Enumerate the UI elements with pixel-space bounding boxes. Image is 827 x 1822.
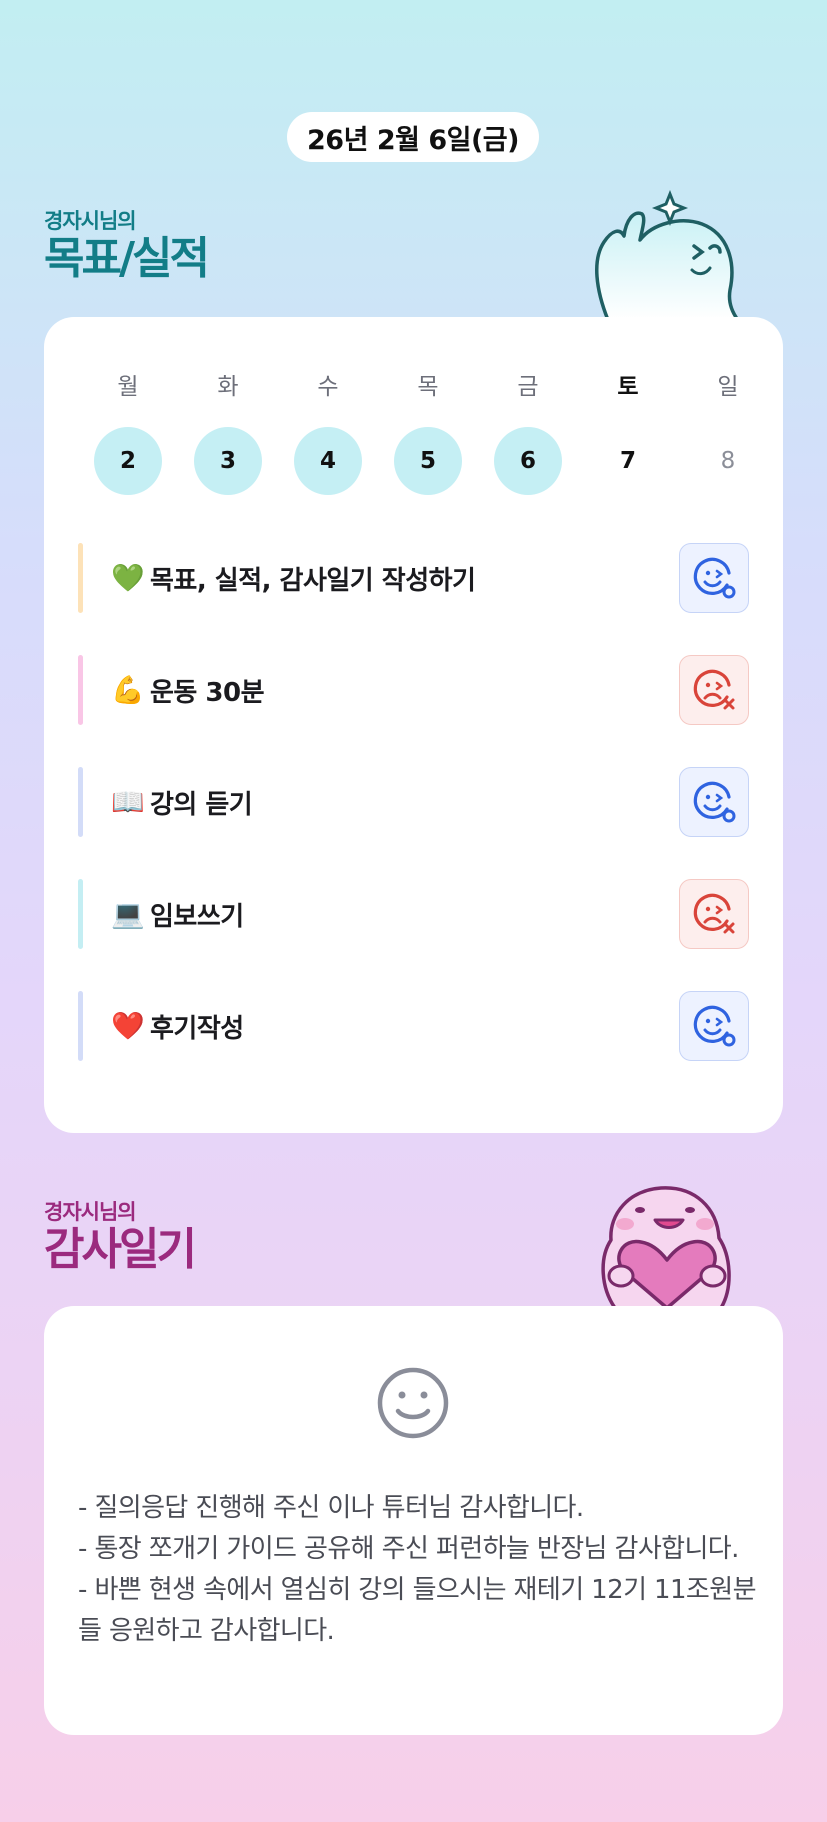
day-column-thu[interactable]: 목 5 (378, 367, 478, 495)
goal-color-bar (78, 543, 83, 613)
goal-color-bar (78, 767, 83, 837)
gratitude-line: - 바쁜 현생 속에서 열심히 강의 들으시는 재테기 12기 11조원분들 응… (78, 1575, 757, 1646)
goal-list: 💚 목표, 실적, 감사일기 작성하기 💪 운동 30분 📖 강의 듣기 💻 임… (78, 543, 749, 1103)
day-name: 금 (517, 374, 539, 400)
goal-text: 임보쓰기 (150, 901, 244, 932)
day-number-done[interactable]: 6 (494, 427, 562, 495)
red-heart-icon: ❤️ (111, 1011, 145, 1042)
smile-check-icon (693, 781, 736, 823)
gratitude-card: - 질의응답 진행해 주신 이나 튜터님 감사합니다. - 통장 쪼개기 가이드… (44, 1306, 783, 1735)
smile-check-icon (693, 557, 736, 599)
day-column-wed[interactable]: 수 4 (278, 367, 378, 495)
sad-x-icon (693, 893, 735, 934)
day-number[interactable]: 8 (694, 427, 762, 495)
goal-text: 목표, 실적, 감사일기 작성하기 (150, 565, 476, 596)
goal-card: 월 2 화 3 수 4 목 5 금 6 토 7 일 8 💚 목표, 실적, 감사… (44, 317, 783, 1133)
day-column-fri[interactable]: 금 6 (478, 367, 578, 495)
goal-status-fail-button[interactable] (679, 655, 749, 725)
goal-status-success-button[interactable] (679, 767, 749, 837)
smile-face-icon (377, 1367, 449, 1439)
day-name: 일 (717, 374, 739, 400)
week-calendar: 월 2 화 3 수 4 목 5 금 6 토 7 일 8 (78, 367, 778, 495)
goal-text: 강의 듣기 (150, 789, 253, 820)
day-name-today: 토 (617, 374, 639, 400)
day-number-done[interactable]: 5 (394, 427, 462, 495)
date-pill[interactable]: 26년 2월 6일(금) (287, 112, 539, 162)
goal-text: 후기작성 (150, 1013, 244, 1044)
goal-item[interactable]: 💻 임보쓰기 (78, 879, 749, 949)
green-heart-icon: 💚 (111, 563, 145, 594)
goal-status-success-button[interactable] (679, 543, 749, 613)
gratitude-line: - 통장 쪼개기 가이드 공유해 주신 퍼런하늘 반장님 감사합니다. (78, 1534, 739, 1564)
goal-color-bar (78, 991, 83, 1061)
day-number-done[interactable]: 4 (294, 427, 362, 495)
day-column-tue[interactable]: 화 3 (178, 367, 278, 495)
goal-status-fail-button[interactable] (679, 879, 749, 949)
goal-status-success-button[interactable] (679, 991, 749, 1061)
day-name: 수 (317, 374, 339, 400)
goal-color-bar (78, 655, 83, 725)
gratitude-line: - 질의응답 진행해 주신 이나 튜터님 감사합니다. (78, 1493, 584, 1523)
day-number-done[interactable]: 3 (194, 427, 262, 495)
ghost-mascot-icon (595, 190, 740, 320)
goal-item[interactable]: ❤️ 후기작성 (78, 991, 749, 1061)
day-column-mon[interactable]: 월 2 (78, 367, 178, 495)
heart-mascot-icon (601, 1186, 731, 1308)
goal-item[interactable]: 📖 강의 듣기 (78, 767, 749, 837)
day-column-sun[interactable]: 일 8 (678, 367, 778, 495)
gratitude-section-title: 감사일기 (44, 1224, 197, 1275)
day-name: 목 (417, 374, 439, 400)
day-number[interactable]: 7 (594, 427, 662, 495)
goal-item[interactable]: 💪 운동 30분 (78, 655, 749, 725)
gratitude-entry-text: - 질의응답 진행해 주신 이나 튜터님 감사합니다. - 통장 쪼개기 가이드… (78, 1488, 758, 1652)
day-column-sat[interactable]: 토 7 (578, 367, 678, 495)
goal-item[interactable]: 💚 목표, 실적, 감사일기 작성하기 (78, 543, 749, 613)
flexed-biceps-icon: 💪 (111, 675, 145, 706)
goal-color-bar (78, 879, 83, 949)
goal-text: 운동 30분 (150, 677, 265, 708)
day-number-done[interactable]: 2 (94, 427, 162, 495)
day-name: 화 (217, 374, 239, 400)
laptop-icon: 💻 (111, 899, 145, 930)
day-name: 월 (117, 374, 139, 400)
sad-x-icon (693, 669, 735, 710)
goal-section-title: 목표/실적 (44, 233, 210, 284)
smile-check-icon (693, 1005, 736, 1047)
open-book-icon: 📖 (111, 787, 145, 818)
